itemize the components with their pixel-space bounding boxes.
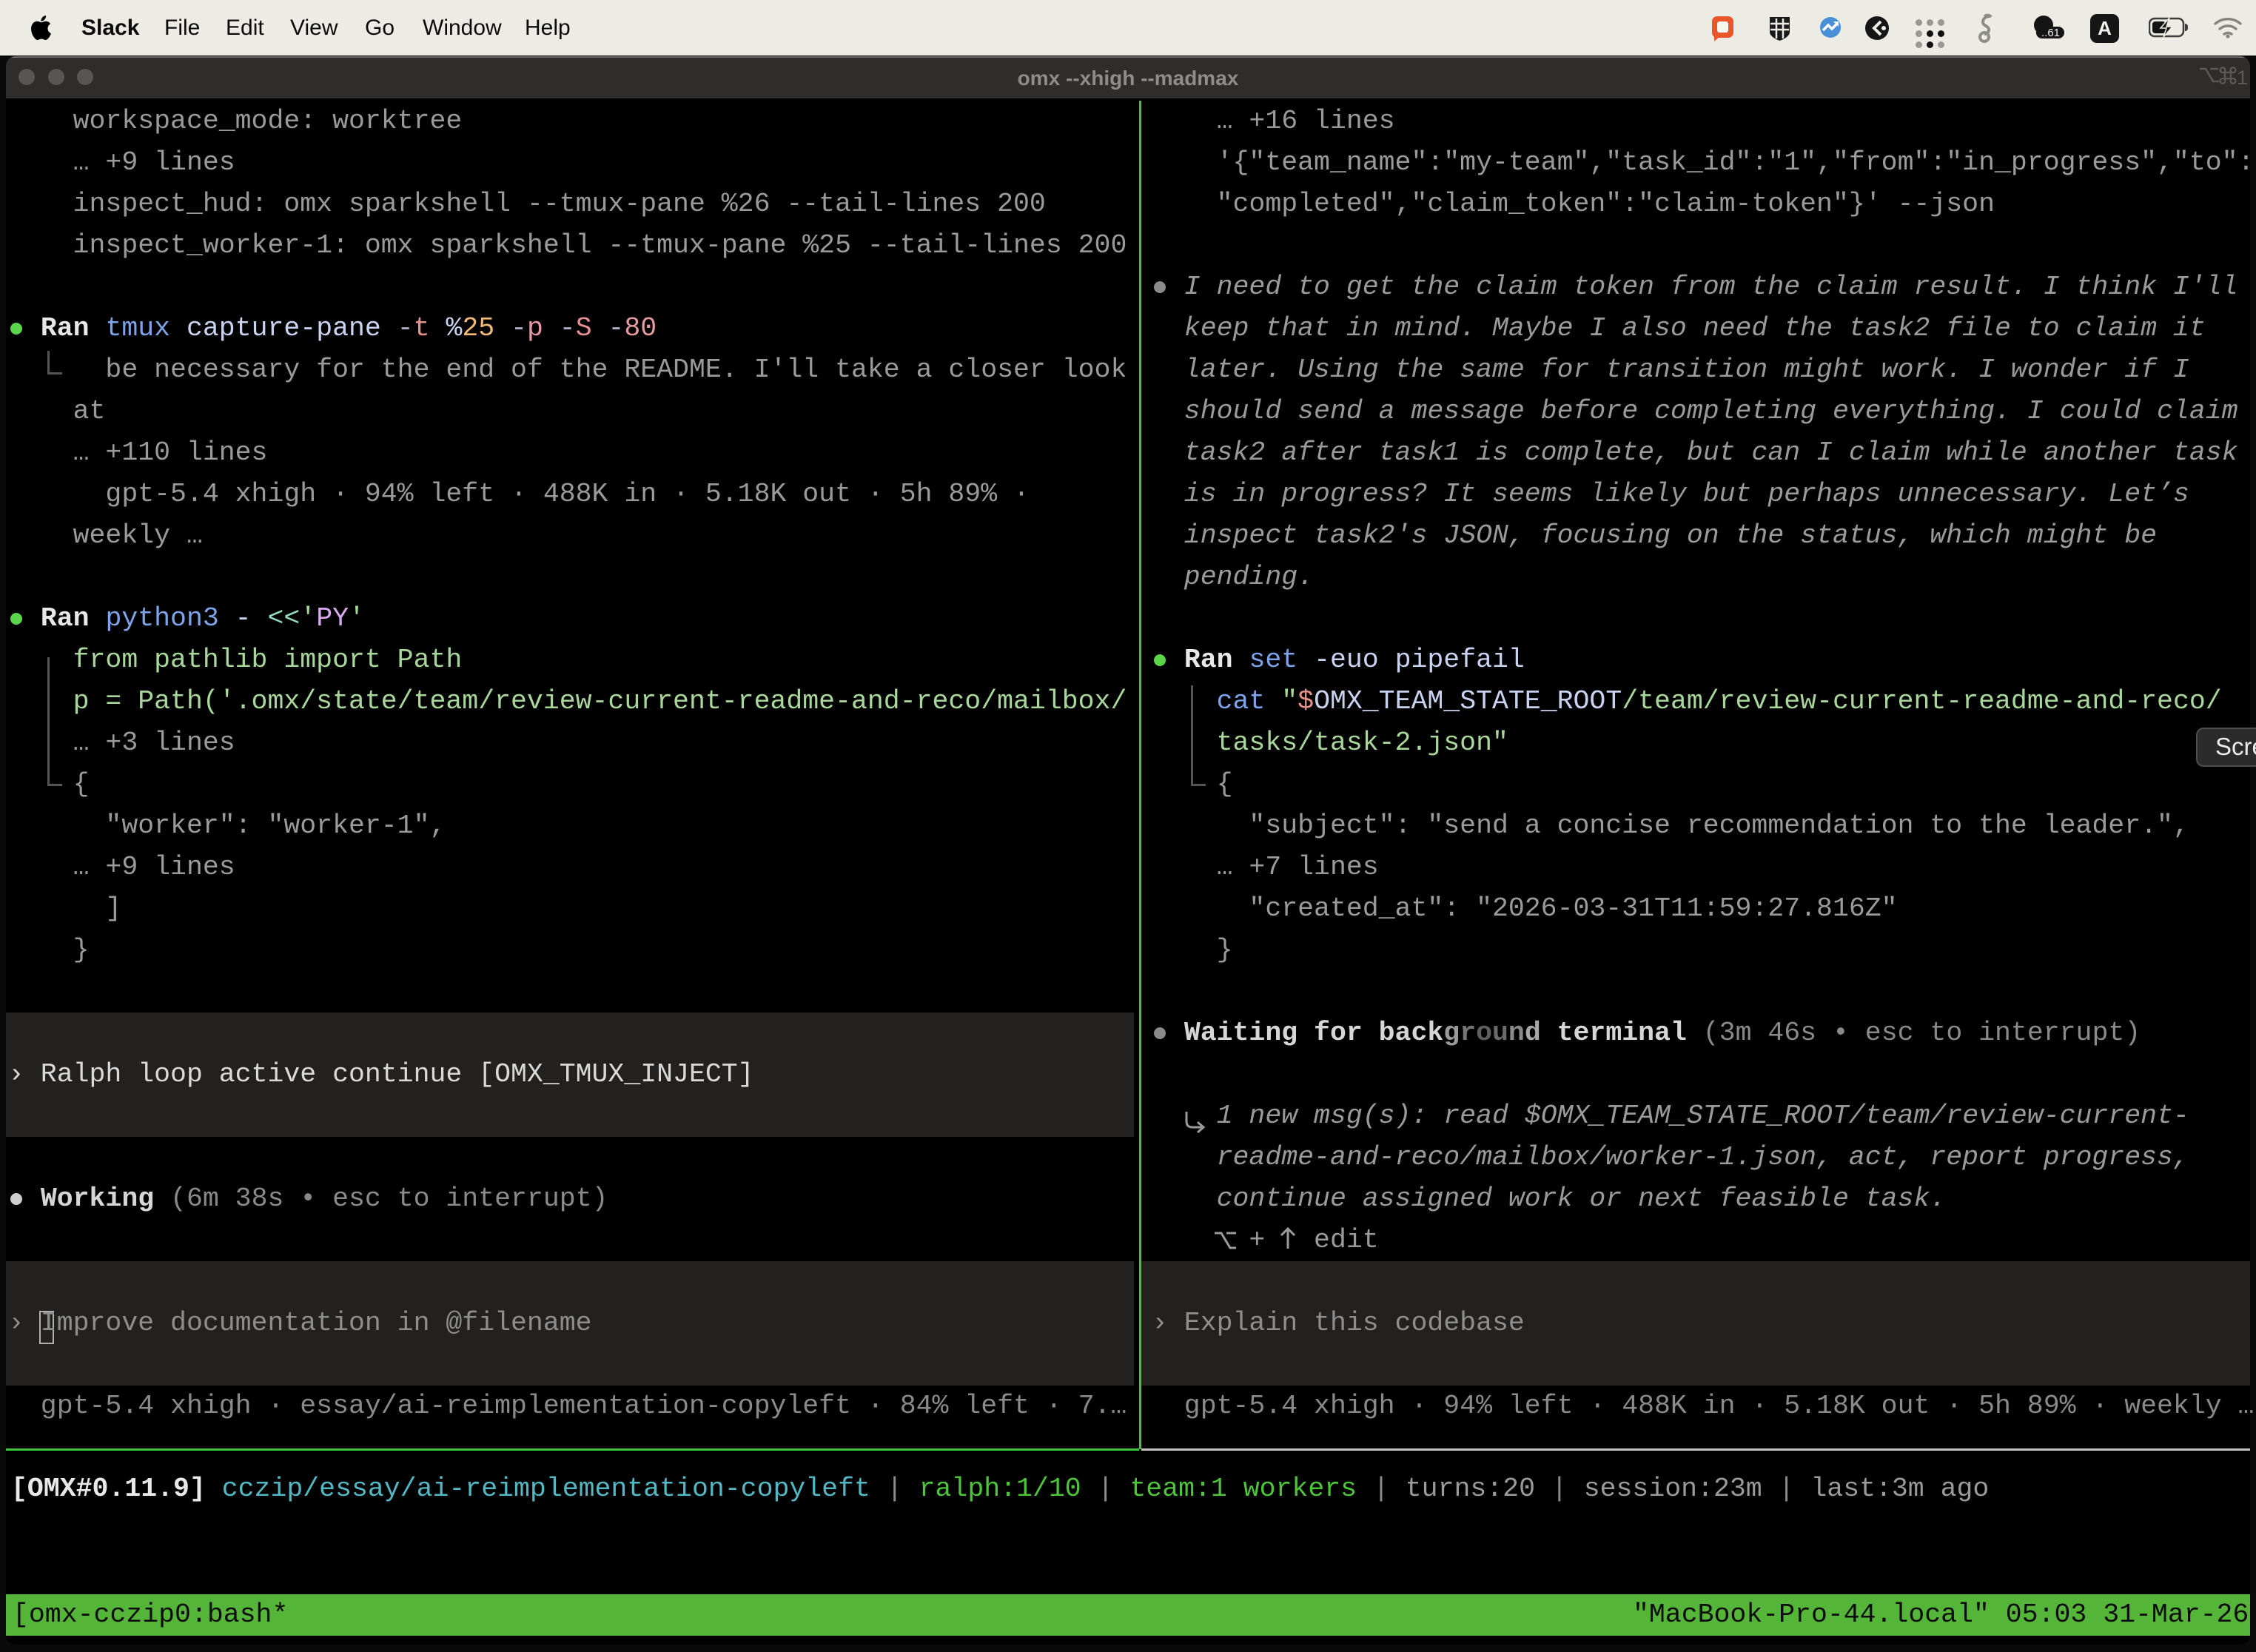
svg-text:..61: ..61 (2041, 27, 2060, 39)
